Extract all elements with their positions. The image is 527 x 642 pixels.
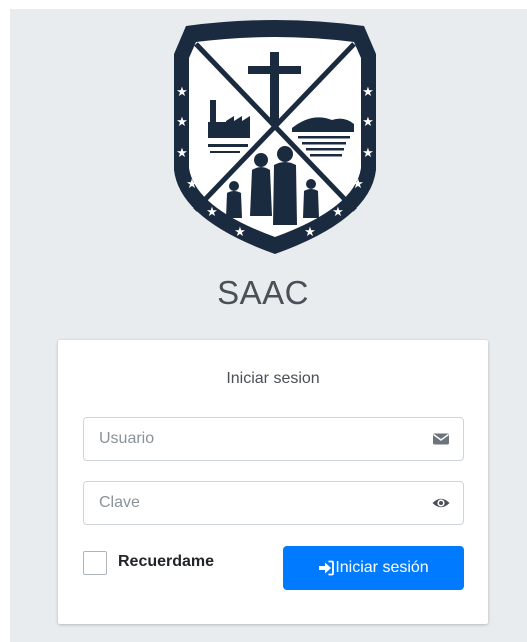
sign-in-icon	[319, 560, 335, 576]
app-title: SAAC	[217, 274, 309, 311]
svg-text:★: ★	[352, 177, 364, 192]
svg-text:★: ★	[362, 146, 374, 161]
svg-text:★: ★	[176, 146, 188, 161]
institution-crest-logo: ★ ★ ★ ★ ★ ★ ★ ★ ★ ★ ★ ★	[174, 20, 376, 254]
svg-text:★: ★	[176, 115, 188, 130]
username-field-group	[83, 417, 464, 461]
password-input[interactable]	[84, 482, 429, 524]
envelope-icon	[433, 433, 449, 445]
svg-text:★: ★	[234, 225, 246, 240]
svg-text:★: ★	[332, 205, 344, 220]
svg-text:★: ★	[362, 85, 374, 100]
password-field-group	[83, 481, 464, 525]
eye-icon[interactable]	[432, 494, 450, 512]
login-page: ★ ★ ★ ★ ★ ★ ★ ★ ★ ★ ★ ★ SAAC Iniciar ses…	[10, 9, 527, 642]
svg-text:★: ★	[206, 205, 218, 220]
svg-text:★: ★	[176, 85, 188, 100]
login-box-message: Iniciar sesion	[226, 370, 320, 387]
svg-text:★: ★	[186, 177, 198, 192]
login-card: Iniciar sesion Recuerdame	[58, 340, 488, 624]
remember-label[interactable]: Recuerdame	[118, 553, 214, 571]
login-button-label: Iniciar sesión	[335, 559, 429, 576]
svg-text:★: ★	[362, 115, 374, 130]
username-input[interactable]	[84, 418, 429, 460]
login-button[interactable]: Iniciar sesión	[283, 546, 464, 590]
svg-text:★: ★	[304, 225, 316, 240]
remember-checkbox[interactable]	[83, 551, 107, 575]
